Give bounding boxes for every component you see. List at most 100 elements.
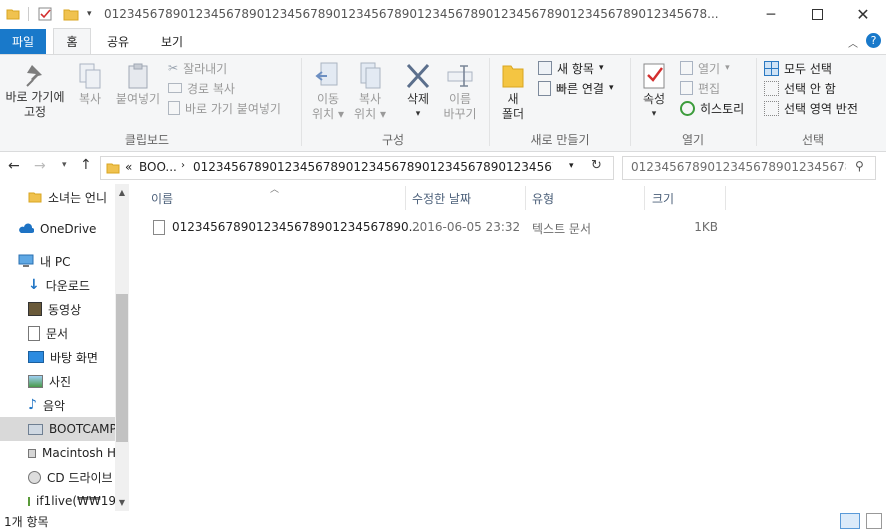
back-arrow-icon[interactable]: ← [8, 158, 20, 174]
move-to-button[interactable]: 이동 위치 ▾ [308, 60, 348, 122]
address-box[interactable]: « BOO... › 01234567890123456789012345678… [100, 156, 614, 180]
move-to-label-2: 위치 ▾ [312, 107, 344, 121]
clipboard-small-buttons: ✂ 잘라내기 경로 복사 바로 가기 붙여넣기 [168, 58, 281, 118]
nav-item-documents[interactable]: 문서 [6, 321, 116, 345]
properties-dropdown-icon[interactable]: ▾ [636, 107, 672, 122]
new-item-dropdown-icon: ▾ [598, 63, 604, 73]
up-arrow-icon[interactable]: ↑ [80, 157, 92, 173]
nav-item-pictures[interactable]: 사진 [6, 369, 116, 393]
nav-item-label: BOOTCAMP [49, 422, 117, 436]
edit-button[interactable]: 편집 [680, 78, 744, 98]
new-folder-icon[interactable] [63, 6, 79, 22]
nav-item-cd-drive[interactable]: CD 드라이브 [6, 465, 116, 489]
paste-shortcut-button[interactable]: 바로 가기 붙여넣기 [168, 98, 281, 118]
refresh-icon[interactable]: ↻ [591, 158, 602, 173]
new-item-button[interactable]: 새 항목 ▾ [538, 58, 614, 78]
new-item-icon [538, 61, 552, 75]
close-button[interactable]: ✕ [840, 0, 886, 29]
column-header-modified[interactable]: 수정한 날짜 [412, 186, 526, 210]
breadcrumb-bootcamp[interactable]: BOO... [139, 160, 177, 174]
tab-view[interactable]: 보기 [152, 29, 192, 54]
delete-button[interactable]: 삭제 ▾ [400, 60, 436, 122]
select-none-icon [764, 80, 779, 96]
address-dropdown-icon[interactable]: ▾ [569, 161, 574, 171]
search-box[interactable]: 0123456789012345678901234567890123456789… [622, 156, 876, 180]
nav-item-music[interactable]: ♪ 음악 [6, 393, 116, 417]
copy-button[interactable]: 복사 [72, 62, 108, 107]
scroll-up-arrow-icon[interactable]: ▲ [115, 188, 129, 197]
nav-item-quick-folder[interactable]: 소녀는 언니 [6, 185, 116, 209]
address-overflow-prefix[interactable]: « [125, 160, 132, 174]
nav-item-bootcamp[interactable]: BOOTCAMP [0, 417, 128, 441]
search-icon[interactable]: ⚲ [855, 159, 864, 173]
nav-item-downloads[interactable]: ↓ 다운로드 [6, 273, 116, 297]
history-button[interactable]: 히스토리 [680, 98, 744, 118]
item-count: 1개 항목 [4, 515, 49, 529]
maximize-button[interactable] [794, 0, 840, 29]
delete-dropdown-icon[interactable]: ▾ [400, 107, 436, 122]
nav-item-label: if1live(₩₩19 [36, 494, 117, 508]
nav-item-desktop[interactable]: 바탕 화면 [6, 345, 116, 369]
nav-item-label: 동영상 [48, 302, 82, 317]
pin-quick-access-button[interactable]: 바로 가기에 고정 [2, 62, 68, 120]
copy-to-button[interactable]: 복사 위치 ▾ [350, 60, 390, 122]
collapse-ribbon-chevron-icon[interactable]: ︿ [848, 35, 858, 50]
column-header-type[interactable]: 유형 [532, 186, 645, 210]
copy-path-button[interactable]: 경로 복사 [168, 78, 281, 98]
table-row[interactable]: 0123456789012345678901234567890... 2016-… [150, 217, 730, 239]
open-icon [680, 61, 693, 75]
pin-label-1: 바로 가기에 [5, 90, 65, 104]
minimize-icon: ─ [766, 6, 776, 23]
minimize-button[interactable]: ─ [748, 0, 794, 29]
help-icon[interactable]: ? [866, 33, 881, 48]
new-folder-button[interactable]: 새 폴더 [496, 60, 530, 122]
select-none-button[interactable]: 선택 안 함 [764, 78, 858, 98]
nav-item-videos[interactable]: 동영상 [6, 297, 116, 321]
tab-share[interactable]: 공유 [100, 29, 136, 54]
scrollbar-thumb[interactable] [116, 294, 128, 442]
nav-item-label: 내 PC [40, 254, 71, 269]
properties-check-icon[interactable] [37, 6, 53, 22]
details-view-icon[interactable] [840, 513, 860, 529]
breadcrumb-separator-icon[interactable]: › [181, 160, 185, 171]
tab-home[interactable]: 홈 [53, 28, 91, 54]
column-header-name[interactable]: 이름 [151, 186, 406, 210]
cut-button[interactable]: ✂ 잘라내기 [168, 58, 281, 78]
easy-access-button[interactable]: 빠른 연결 ▾ [538, 78, 614, 98]
scissors-icon: ✂ [168, 61, 179, 75]
quick-access-toolbar: ▾ [6, 6, 92, 22]
search-input[interactable]: 0123456789012345678901234567890123456789… [631, 160, 846, 174]
column-header-size[interactable]: 크기 [652, 186, 726, 210]
select-group-label: 선택 [801, 133, 825, 147]
select-all-button[interactable]: 모두 선택 [764, 58, 858, 78]
nav-scrollbar[interactable]: ▲ ▼ [115, 184, 129, 511]
group-divider [301, 58, 302, 146]
copy-to-label-1: 복사 [358, 92, 382, 106]
properties-label: 속성 [642, 92, 666, 106]
scroll-down-arrow-icon[interactable]: ▼ [115, 498, 129, 507]
customize-chevron-icon[interactable]: ▾ [87, 9, 92, 19]
nav-item-onedrive[interactable]: OneDrive [6, 217, 116, 241]
easy-access-label: 빠른 연결 [556, 81, 604, 96]
tab-file[interactable]: 파일 [0, 29, 46, 54]
drive-icon [28, 423, 43, 435]
paste-label: 붙여넣기 [115, 92, 161, 106]
large-icons-view-icon[interactable] [866, 513, 882, 529]
nav-item-label: 바탕 화면 [50, 350, 98, 365]
paste-button[interactable]: 붙여넣기 [112, 62, 164, 107]
copy-to-label-2: 위치 ▾ [354, 107, 386, 121]
clipboard-group-label: 클립보드 [124, 133, 170, 147]
forward-arrow-icon[interactable]: → [34, 158, 46, 174]
breadcrumb-current-folder[interactable]: 0123456789012345678901234567890123456789… [193, 160, 553, 174]
new-folder-big-icon [502, 65, 524, 88]
rename-button[interactable]: 이름 바꾸기 [440, 60, 480, 122]
properties-button[interactable]: 속성 ▾ [636, 60, 672, 122]
nav-item-network-drive[interactable]: if1live(₩₩19 [6, 489, 116, 513]
nav-item-macintosh[interactable]: Macintosh H [6, 441, 116, 465]
pictures-icon [28, 374, 43, 388]
open-button[interactable]: 열기 ▾ [680, 58, 744, 78]
nav-item-label: 사진 [49, 374, 72, 389]
invert-selection-button[interactable]: 선택 영역 반전 [764, 98, 858, 118]
nav-item-this-pc[interactable]: 내 PC [6, 249, 116, 273]
recent-locations-chevron-icon[interactable]: ▾ [62, 160, 67, 170]
